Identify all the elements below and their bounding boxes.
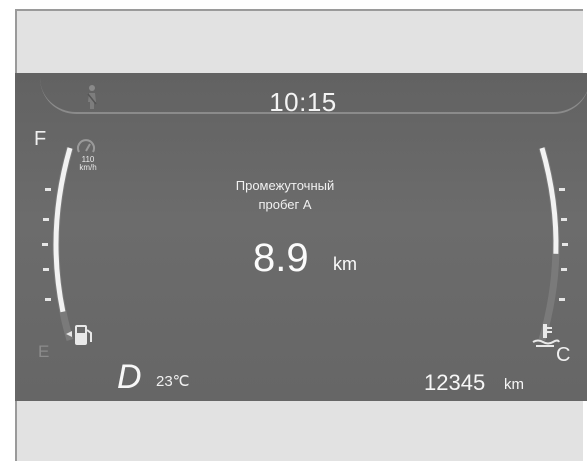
fuel-tick bbox=[43, 268, 49, 271]
trip-title-line1: Промежуточный bbox=[235, 178, 335, 193]
coolant-temperature-icon bbox=[532, 324, 560, 347]
fuel-tick bbox=[42, 243, 48, 246]
outside-temperature: 23℃ bbox=[156, 373, 190, 390]
temperature-tick bbox=[561, 218, 567, 221]
speed-limit-label: 110 km/h bbox=[79, 156, 97, 172]
fuel-empty-label: E bbox=[38, 342, 50, 361]
temperature-tick bbox=[559, 188, 565, 191]
speed-limit-unit: km/h bbox=[79, 163, 97, 172]
fuel-gauge bbox=[42, 147, 74, 341]
temperature-tick bbox=[562, 243, 568, 246]
clock: 10:15 bbox=[269, 87, 337, 117]
speed-limiter-icon bbox=[77, 139, 95, 153]
gear-indicator: D bbox=[117, 358, 142, 396]
odometer-value: 12345 bbox=[424, 370, 486, 395]
odometer-unit: km bbox=[504, 376, 524, 393]
fuel-pump-icon bbox=[66, 325, 92, 345]
temperature-tick bbox=[559, 298, 565, 301]
trip-title-line2: пробег А bbox=[258, 197, 312, 212]
temperature-gauge bbox=[538, 147, 568, 341]
fuel-tick bbox=[45, 188, 51, 191]
frame-border-top bbox=[15, 9, 583, 11]
temperature-tick bbox=[561, 268, 567, 271]
trip-distance-unit: km bbox=[333, 254, 357, 274]
trip-distance-value: 8.9 bbox=[253, 236, 309, 280]
fuel-tick bbox=[43, 218, 49, 221]
fuel-gauge-fill bbox=[53, 147, 73, 341]
seatbelt-warning-icon bbox=[87, 85, 97, 109]
fuel-tick bbox=[45, 298, 51, 301]
fuel-full-label: F bbox=[34, 128, 47, 150]
